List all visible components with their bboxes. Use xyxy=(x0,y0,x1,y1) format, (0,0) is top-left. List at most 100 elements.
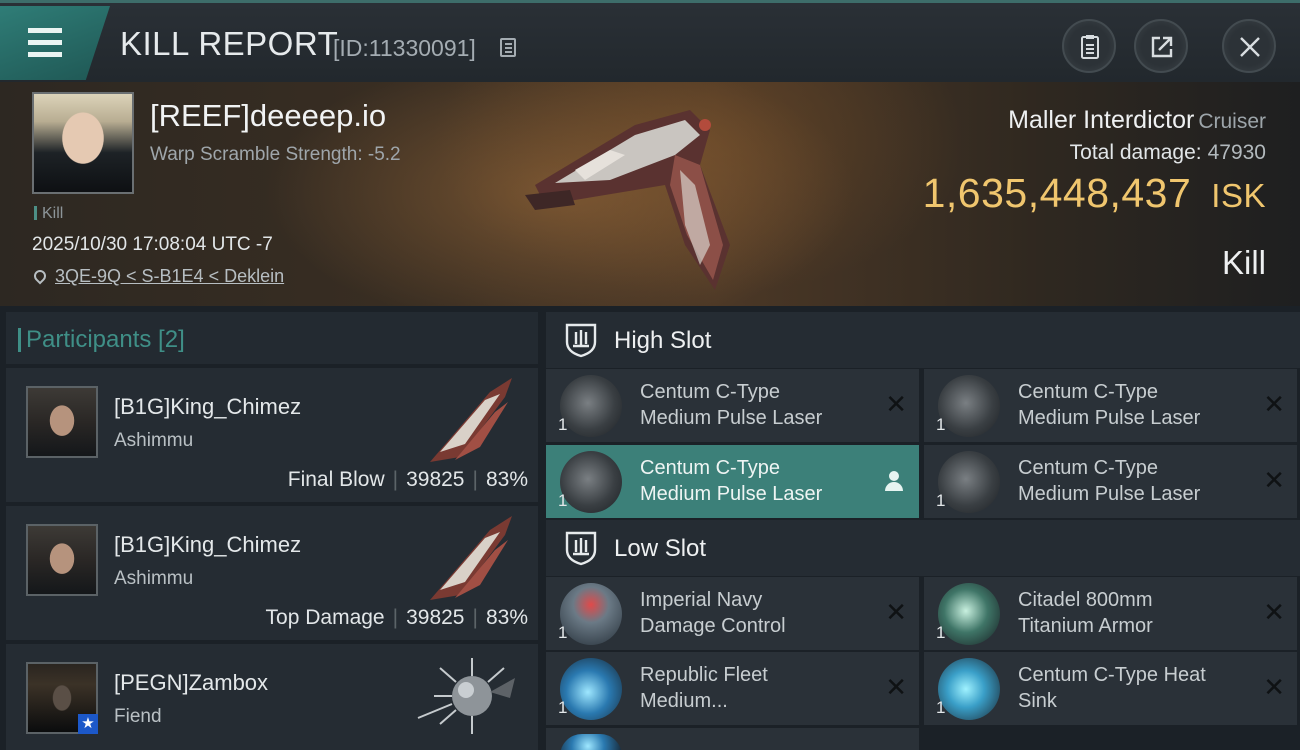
module-name-line2: Medium Pulse Laser xyxy=(640,483,823,505)
module-name: Citadel 800mm Titanium Armor xyxy=(1018,587,1153,639)
heat-sink-icon xyxy=(938,658,1000,720)
close-icon xyxy=(1240,37,1260,57)
participants-header[interactable]: Participants [2] xyxy=(6,312,538,364)
high-slot-label: High Slot xyxy=(614,327,712,354)
module-slot[interactable]: 1 Imperial Navy Damage Control ✕ xyxy=(546,577,919,650)
module-slot-partial[interactable] xyxy=(546,728,919,750)
module-quantity: 1 xyxy=(936,623,946,642)
share-icon xyxy=(1151,36,1173,58)
participant-stats: Final Blow | 39825 | 83% xyxy=(288,468,528,492)
participant-percent: 83% xyxy=(485,606,528,629)
participant-ship: Ashimmu xyxy=(114,568,194,589)
dropped-person-icon xyxy=(885,471,903,491)
menu-button[interactable] xyxy=(0,6,110,80)
module-name-line2: Titanium Armor xyxy=(1018,615,1153,637)
destroyed-x-icon: ✕ xyxy=(885,597,907,627)
kill-location-link[interactable]: 3QE-9Q < S-B1E4 < Deklein xyxy=(31,266,284,287)
kill-timestamp: 2025/10/30 17:08:04 UTC -7 xyxy=(32,234,273,255)
damage-control-icon xyxy=(560,583,622,645)
share-button[interactable] xyxy=(1134,19,1188,73)
kill-tag: Kill xyxy=(34,205,63,223)
module-slot[interactable]: 1 Republic Fleet Medium... ✕ xyxy=(546,652,919,725)
magnetic-field-stabilizer-icon xyxy=(560,658,622,720)
stats-separator: | xyxy=(392,468,399,491)
warp-scramble-strength: Warp Scramble Strength: -5.2 xyxy=(150,144,401,165)
module-name-line1: Centum C-Type xyxy=(640,381,781,403)
participant-stats: Top Damage | 39825 | 83% xyxy=(266,606,528,630)
participant-avatar[interactable] xyxy=(26,386,98,458)
stats-separator: | xyxy=(472,606,478,629)
participant-percent: 83% xyxy=(485,468,528,491)
participant-avatar[interactable]: ★ xyxy=(26,662,98,734)
participants-label: Participants [2] xyxy=(18,326,185,353)
pulse-laser-icon xyxy=(938,375,1000,437)
victim-name[interactable]: [REEF]deeeep.io xyxy=(150,98,386,134)
destroyed-x-icon: ✕ xyxy=(885,389,907,419)
victim-avatar[interactable] xyxy=(32,92,134,194)
module-name: Republic Fleet Medium... xyxy=(640,662,768,714)
module-name: Centum C-Type Heat Sink xyxy=(1018,662,1206,714)
high-slot-header: High Slot xyxy=(546,312,1300,368)
participant-role: Final Blow xyxy=(287,468,385,491)
module-quantity: 1 xyxy=(558,415,568,434)
result-label: Kill xyxy=(1221,244,1266,281)
module-slot-selected[interactable]: 1 Centum C-Type Medium Pulse Laser xyxy=(546,445,919,518)
pulse-laser-icon xyxy=(938,451,1000,513)
victim-ship-image[interactable] xyxy=(515,95,755,300)
module-quantity: 1 xyxy=(936,491,946,510)
destroyed-x-icon: ✕ xyxy=(1263,389,1285,419)
participant-ship: Fiend xyxy=(114,706,162,727)
participant-row[interactable]: [B1G]King_Chimez Ashimmu Final Blow | 3982… xyxy=(6,368,538,502)
module-name: Centum C-Type Medium Pulse Laser xyxy=(640,455,822,507)
module-slot[interactable]: 1 Citadel 800mm Titanium Armor ✕ xyxy=(924,577,1297,650)
participant-row[interactable]: ★ [PEGN]Zambox Fiend xyxy=(6,644,538,750)
module-name-line1: Centum C-Type xyxy=(1018,457,1159,479)
module-slot[interactable]: 1 Centum C-Type Heat Sink ✕ xyxy=(924,652,1297,725)
menu-icon xyxy=(28,28,62,64)
low-slot-header: Low Slot xyxy=(546,520,1300,576)
total-damage: Total damage: 47930 xyxy=(1070,141,1266,165)
destroyed-x-icon: ✕ xyxy=(1263,597,1285,627)
module-name-line1: Centum C-Type xyxy=(640,457,781,479)
clipboard-icon xyxy=(1081,35,1099,59)
copy-icon[interactable] xyxy=(500,38,516,57)
participant-row[interactable]: [B1G]King_Chimez Ashimmu Top Damage | 3982… xyxy=(6,506,538,640)
module-name-line1: Imperial Navy xyxy=(640,589,763,611)
participant-name: [B1G]King_Chimez xyxy=(114,532,302,557)
destroyed-x-icon: ✕ xyxy=(1263,672,1285,702)
module-name: Centum C-Type Medium Pulse Laser xyxy=(640,379,822,431)
module-slot[interactable]: 1 Centum C-Type Medium Pulse Laser ✕ xyxy=(924,445,1297,518)
module-name: Imperial Navy Damage Control xyxy=(640,587,786,639)
low-slot-icon xyxy=(565,531,597,566)
total-damage-label: Total damage: xyxy=(1069,141,1202,164)
ship-class: Cruiser xyxy=(1198,110,1266,133)
module-icon xyxy=(560,734,622,750)
destroyed-x-icon: ✕ xyxy=(885,672,907,702)
isk-value: 1,635,448,437 ISK xyxy=(923,170,1266,217)
isk-unit: ISK xyxy=(1211,177,1266,214)
clipboard-button[interactable] xyxy=(1062,19,1116,73)
participant-avatar[interactable] xyxy=(26,524,98,596)
module-slot[interactable]: 1 Centum C-Type Medium Pulse Laser ✕ xyxy=(924,369,1297,442)
module-quantity: 1 xyxy=(936,698,946,717)
close-button[interactable] xyxy=(1222,19,1276,73)
participant-ship-image xyxy=(430,516,512,600)
participant-name: [PEGN]Zambox xyxy=(114,670,269,695)
module-name-line2: Damage Control xyxy=(640,615,786,637)
low-slot-label: Low Slot xyxy=(614,535,707,562)
ship-name-text[interactable]: Maller Interdictor xyxy=(1008,106,1194,134)
module-name-line1: Citadel 800mm xyxy=(1018,589,1153,611)
module-slot[interactable]: 1 Centum C-Type Medium Pulse Laser ✕ xyxy=(546,369,919,442)
top-bar: KILL REPORT [ID:11330091] xyxy=(0,0,1300,82)
module-quantity: 1 xyxy=(558,623,568,642)
module-name-line1: Centum C-Type xyxy=(1018,381,1159,403)
location-pin-icon xyxy=(31,267,49,285)
participant-damage: 39825 xyxy=(406,468,465,491)
isk-amount: 1,635,448,437 xyxy=(922,170,1192,216)
page-title: KILL REPORT xyxy=(120,25,339,62)
participant-damage: 39825 xyxy=(406,606,465,629)
module-name-line2: Medium Pulse Laser xyxy=(1018,483,1201,505)
pulse-laser-icon xyxy=(560,375,622,437)
module-name-line2: Medium... xyxy=(640,690,728,712)
stats-separator: | xyxy=(392,606,399,629)
